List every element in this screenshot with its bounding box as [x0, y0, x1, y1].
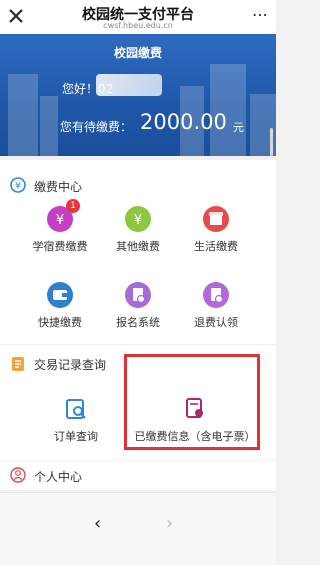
due-label: 您有待缴费：: [60, 120, 133, 134]
life-payment-label: 生活缴费: [194, 240, 238, 253]
refund-claim-button[interactable]: 退费认领: [176, 282, 256, 330]
tuition-payment-button[interactable]: ¥ 1 学宿费缴费: [20, 199, 100, 254]
life-payment-button[interactable]: 生活缴费: [176, 206, 256, 254]
banner-title: 校园缴费: [113, 46, 162, 60]
payment-center-title: 缴费中心: [34, 180, 83, 194]
redacted-name: [96, 74, 162, 96]
payment-banner: 校园缴费 您好！02 您有待缴费： 2000.00 元: [0, 34, 276, 156]
order-search-icon: [63, 396, 89, 422]
due-unit: 元: [233, 121, 244, 134]
registration-icon: [125, 282, 151, 308]
tuition-icon: ¥ 1: [47, 199, 80, 232]
registration-label: 报名系统: [116, 316, 160, 329]
order-search-label: 订单查询: [54, 430, 98, 443]
personal-center-title[interactable]: 个人中心: [34, 468, 82, 485]
page-url: cwsf.hbeu.edu.cn: [103, 21, 173, 30]
other-payment-button[interactable]: ¥ 其他缴费: [98, 206, 178, 254]
quick-payment-button[interactable]: 快捷缴费: [20, 282, 100, 330]
browser-nav-bar: ‹ ›: [0, 492, 276, 565]
record-icon: [12, 357, 24, 371]
svg-text:¥: ¥: [134, 213, 142, 228]
quick-payment-label: 快捷缴费: [38, 316, 82, 329]
due-amount: 2000.00: [140, 110, 227, 134]
svg-text:¥: ¥: [56, 213, 64, 228]
more-dots-icon[interactable]: ⋯: [252, 7, 268, 23]
user-icon: [10, 467, 26, 483]
quick-payment-icon: [47, 282, 73, 308]
notification-badge: 1: [66, 199, 80, 213]
refund-icon: [203, 282, 229, 308]
life-payment-icon: [203, 206, 229, 232]
other-payment-label: 其他缴费: [116, 240, 160, 253]
order-search-button[interactable]: 订单查询: [36, 396, 116, 444]
other-payment-icon: ¥: [125, 206, 151, 232]
forward-icon[interactable]: ›: [166, 513, 173, 534]
scrollbar[interactable]: [270, 128, 273, 156]
refund-claim-label: 退费认领: [194, 316, 238, 329]
tuition-payment-label: 学宿费缴费: [32, 240, 88, 253]
title-bar: 校园统一支付平台 cwsf.hbeu.edu.cn ⋯: [0, 0, 276, 34]
section-divider: [0, 460, 276, 461]
back-icon[interactable]: ‹: [94, 513, 101, 534]
yuan-circle-icon: ¥: [10, 177, 26, 193]
records-title: 交易记录查询: [34, 358, 107, 372]
svg-text:¥: ¥: [15, 182, 21, 192]
section-divider: [0, 344, 276, 345]
highlight-box: [124, 354, 260, 450]
registration-button[interactable]: 报名系统: [98, 282, 178, 330]
